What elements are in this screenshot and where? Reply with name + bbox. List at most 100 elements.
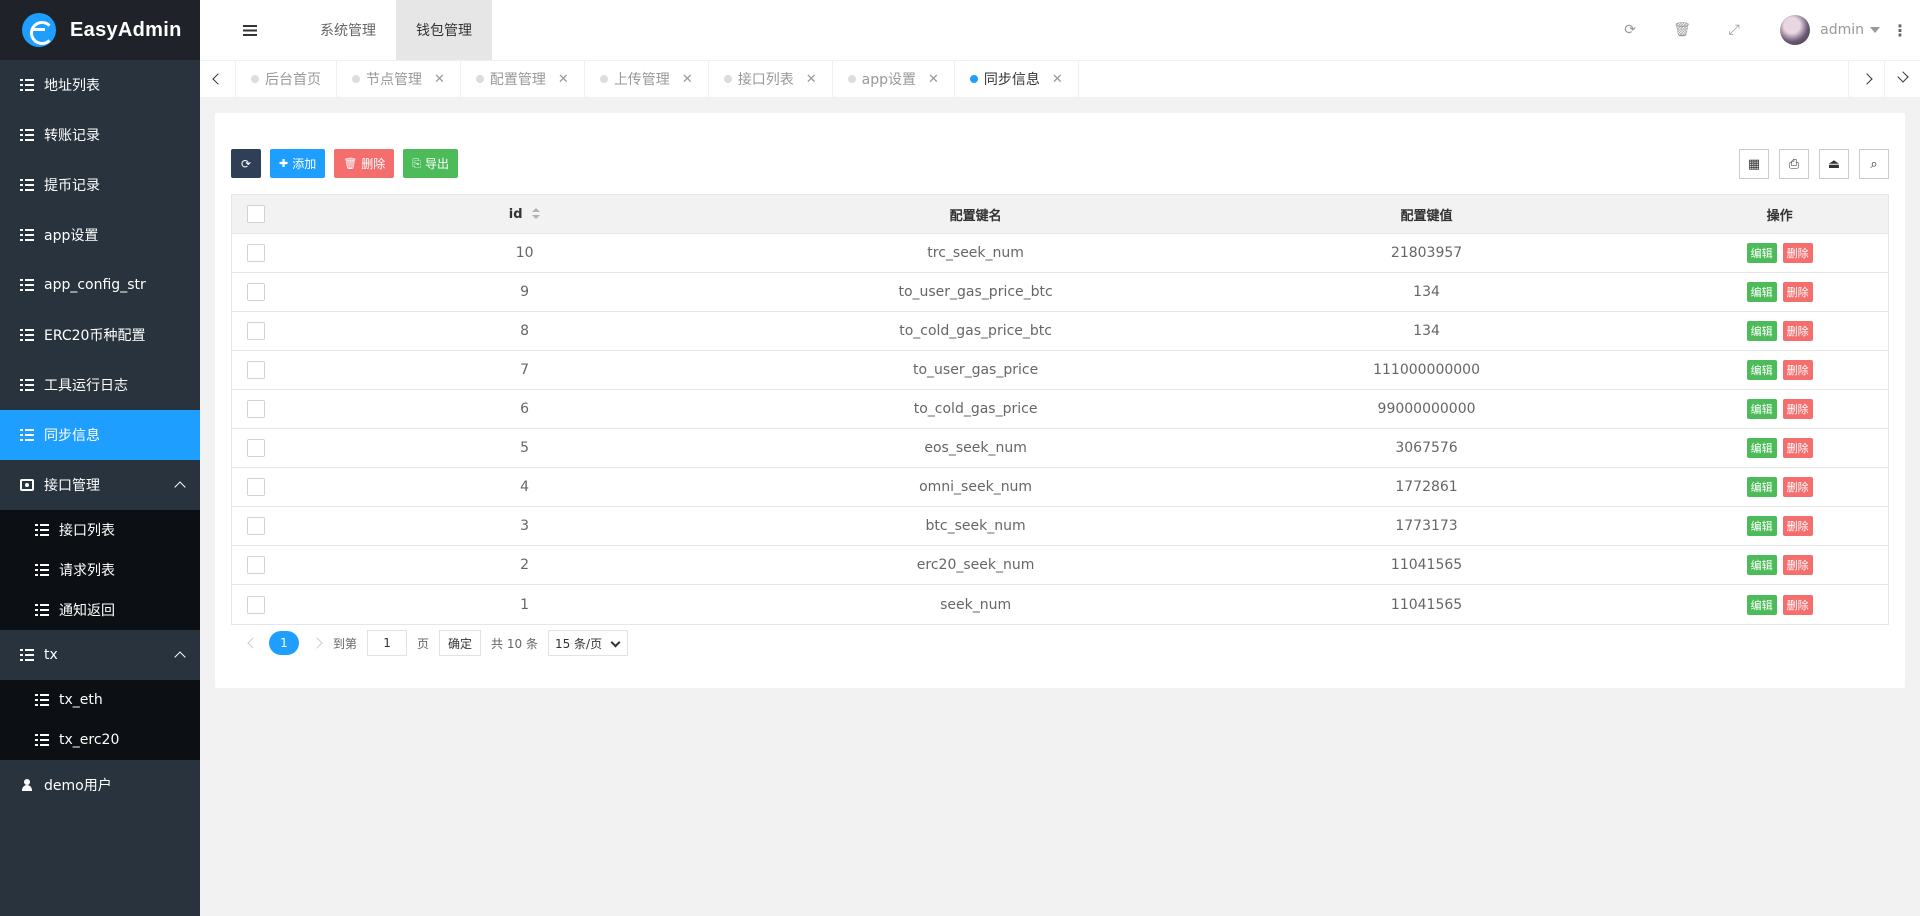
tab-item[interactable]: 节点管理 ✕ [337, 61, 461, 97]
select-all-checkbox[interactable] [246, 205, 265, 223]
close-icon[interactable]: ✕ [806, 72, 817, 87]
menu-toggle-button[interactable] [200, 0, 300, 60]
sidebar-item-5[interactable]: ERC20币种配置 [0, 310, 200, 360]
user-name[interactable]: admin [1820, 22, 1864, 38]
user-icon [20, 779, 34, 791]
edit-button[interactable]: 编辑 [1746, 516, 1777, 536]
row-checkbox[interactable] [246, 439, 265, 457]
sidebar-item-6[interactable]: 工具运行日志 [0, 360, 200, 410]
table-row: 5 eos_seek_num 3067576 编辑 删除 [232, 429, 1888, 468]
row-delete-button[interactable]: 删除 [1782, 477, 1813, 497]
add-button[interactable]: ✚ 添加 [270, 149, 326, 178]
edit-button[interactable]: 编辑 [1746, 594, 1777, 615]
row-delete-button[interactable]: 删除 [1782, 321, 1813, 341]
edit-button[interactable]: 编辑 [1746, 360, 1777, 380]
row-checkbox[interactable] [246, 556, 265, 574]
row-checkbox[interactable] [246, 478, 265, 496]
row-delete-button[interactable]: 删除 [1782, 438, 1813, 458]
close-icon[interactable]: ✕ [434, 72, 445, 87]
sort-icon[interactable] [531, 208, 541, 220]
sidebar-item-label: 提币记录 [44, 178, 100, 194]
cell-key: to_cold_gas_price [913, 401, 1038, 417]
row-delete-button[interactable]: 删除 [1782, 360, 1813, 380]
export-button[interactable]: ⎘ 导出 [403, 149, 459, 178]
row-checkbox[interactable] [246, 517, 265, 535]
sidebar-item-label: app_config_str [44, 277, 146, 293]
sidebar-item-4[interactable]: app_config_str [0, 260, 200, 310]
sidebar-group-api[interactable]: 接口管理 [0, 460, 200, 510]
sidebar-item-7[interactable]: 同步信息 [0, 410, 200, 460]
table-row: 10 trc_seek_num 21803957 编辑 删除 [232, 234, 1888, 273]
avatar[interactable] [1780, 15, 1811, 45]
delete-button[interactable]: 🗑 删除 [334, 149, 395, 178]
column-id[interactable]: id [280, 207, 769, 222]
edit-button[interactable]: 编辑 [1746, 477, 1777, 497]
row-delete-button[interactable]: 删除 [1782, 516, 1813, 536]
trash-icon[interactable]: 🗑 [1656, 0, 1708, 60]
nav-system[interactable]: 系统管理 [300, 0, 396, 60]
close-icon[interactable]: ✕ [1052, 72, 1063, 87]
tabs-menu-button[interactable] [1884, 61, 1920, 97]
row-delete-button[interactable]: 删除 [1782, 282, 1813, 302]
edit-button[interactable]: 编辑 [1746, 282, 1777, 302]
sidebar-item-2[interactable]: 提币记录 [0, 160, 200, 210]
prev-page-icon[interactable] [247, 637, 259, 649]
search-icon[interactable]: ⌕ [1859, 149, 1889, 179]
close-icon[interactable]: ✕ [682, 72, 693, 87]
columns-icon[interactable]: ▦ [1739, 149, 1769, 179]
tab-item[interactable]: app设置 ✕ [833, 61, 955, 97]
edit-button[interactable]: 编辑 [1746, 243, 1777, 263]
current-page[interactable]: 1 [269, 631, 299, 655]
close-icon[interactable]: ✕ [558, 72, 569, 87]
tab-item[interactable]: 上传管理 ✕ [585, 61, 709, 97]
row-checkbox[interactable] [246, 400, 265, 418]
submenu-item[interactable]: tx_erc20 [0, 720, 200, 760]
row-delete-button[interactable]: 删除 [1782, 594, 1813, 615]
next-page-icon[interactable] [311, 637, 323, 649]
sidebar-group-tx[interactable]: tx [0, 630, 200, 680]
goto-confirm-button[interactable]: 确定 [439, 630, 482, 656]
tab-item[interactable]: 接口列表 ✕ [709, 61, 833, 97]
sidebar-item-1[interactable]: 转账记录 [0, 110, 200, 160]
row-checkbox[interactable] [246, 322, 265, 340]
tab-item[interactable]: 配置管理 ✕ [461, 61, 585, 97]
edit-button[interactable]: 编辑 [1746, 438, 1777, 458]
row-delete-button[interactable]: 删除 [1782, 243, 1813, 263]
print-icon[interactable]: ⎙ [1779, 149, 1809, 179]
row-checkbox[interactable] [246, 283, 265, 301]
row-delete-button[interactable]: 删除 [1782, 399, 1813, 419]
page-size-select[interactable]: 15 条/页 [547, 630, 628, 656]
list-icon [20, 179, 34, 191]
export-icon[interactable]: ⏏ [1819, 149, 1849, 179]
row-delete-button[interactable]: 删除 [1782, 555, 1813, 575]
list-icon [20, 329, 34, 341]
more-icon[interactable]: ⋮ [1880, 21, 1920, 40]
submenu-item[interactable]: 通知返回 [0, 590, 200, 630]
edit-button[interactable]: 编辑 [1746, 555, 1777, 575]
edit-button[interactable]: 编辑 [1746, 321, 1777, 341]
submenu-item[interactable]: 接口列表 [0, 510, 200, 550]
refresh-icon[interactable]: ⟳ [1604, 0, 1656, 60]
edit-button[interactable]: 编辑 [1746, 399, 1777, 419]
tabs-next-button[interactable] [1848, 61, 1884, 97]
tab-item[interactable]: 同步信息 ✕ [955, 61, 1079, 97]
tab-item[interactable]: 后台首页 [236, 61, 337, 97]
submenu-item[interactable]: tx_eth [0, 680, 200, 720]
close-icon[interactable]: ✕ [928, 72, 939, 87]
refresh-button[interactable]: ⟳ [231, 149, 261, 178]
fullscreen-icon[interactable]: ⤢ [1708, 0, 1760, 60]
sidebar-item-0[interactable]: 地址列表 [0, 60, 200, 110]
sidebar-item-demo-user[interactable]: demo用户 [0, 760, 200, 810]
nav-wallet[interactable]: 钱包管理 [396, 0, 492, 60]
row-checkbox[interactable] [246, 244, 265, 262]
row-checkbox[interactable] [246, 361, 265, 379]
column-actions: 操作 [1766, 208, 1793, 224]
sidebar-item-3[interactable]: app设置 [0, 210, 200, 260]
logo[interactable]: EasyAdmin [0, 0, 200, 60]
goto-page-input[interactable]: 1 [367, 630, 408, 656]
submenu-item[interactable]: 请求列表 [0, 550, 200, 590]
table-row: 4 omni_seek_num 1772861 编辑 删除 [232, 468, 1888, 507]
tabs-prev-button[interactable] [200, 61, 236, 97]
row-checkbox[interactable] [246, 595, 265, 614]
caret-down-icon[interactable] [1870, 27, 1880, 33]
